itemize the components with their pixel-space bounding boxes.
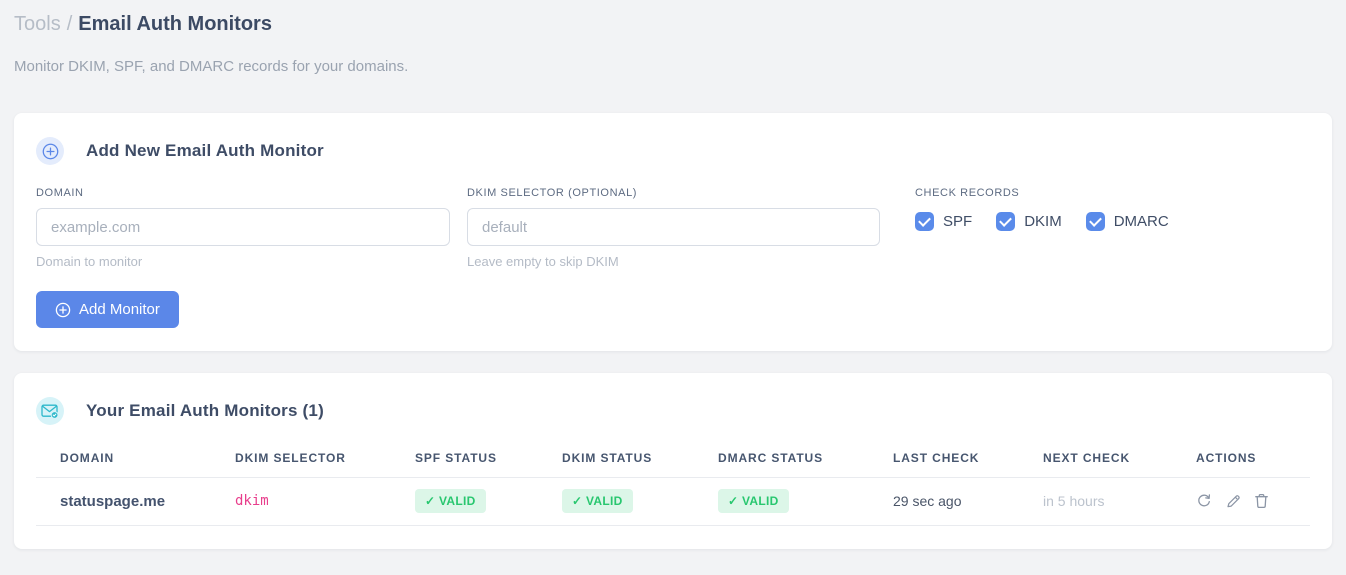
add-monitor-form: DOMAIN Domain to monitor DKIM SELECTOR (… [36,187,1310,269]
spf-checkbox-label: SPF [943,213,973,230]
monitors-list-card: Your Email Auth Monitors (1) DOMAIN DKIM… [14,373,1332,549]
monitor-last-check: 29 sec ago [869,477,1019,526]
monitor-dmarc-status-cell: ✓ VALID [694,477,869,526]
spf-status-badge: ✓ VALID [415,489,486,513]
monitor-next-check: in 5 hours [1019,477,1172,526]
column-header-spf-status: SPF STATUS [391,439,538,478]
monitors-list-card-title: Your Email Auth Monitors (1) [86,401,324,420]
monitors-table: DOMAIN DKIM SELECTOR SPF STATUS DKIM STA… [36,439,1310,526]
breadcrumb-tools-link[interactable]: Tools [14,13,61,35]
monitors-list-card-header: Your Email Auth Monitors (1) [36,397,1310,425]
domain-input[interactable] [36,208,450,246]
column-header-dkim-status: DKIM STATUS [538,439,694,478]
dkim-checkbox-label: DKIM [1024,213,1062,230]
column-header-domain: DOMAIN [36,439,211,478]
check-records-label: CHECK RECORDS [915,187,1020,199]
domain-field-helper: Domain to monitor [36,254,143,269]
monitors-table-header-row: DOMAIN DKIM SELECTOR SPF STATUS DKIM STA… [36,439,1310,478]
dkim-selector-field-helper: Leave empty to skip DKIM [467,254,619,269]
column-header-dmarc-status: DMARC STATUS [694,439,869,478]
email-check-icon [36,397,64,425]
column-header-next-check: NEXT CHECK [1019,439,1172,478]
dmarc-check-item[interactable]: DMARC [1085,212,1169,231]
dkim-status-badge: ✓ VALID [562,489,633,513]
dkim-selector-input[interactable] [467,208,880,246]
email-auth-monitors-page: Tools / Email Auth Monitors Monitor DKIM, … [0,0,1346,549]
dkim-selector-field-label: DKIM SELECTOR (OPTIONAL) [467,187,638,199]
page-title: Email Auth Monitors [78,13,272,35]
dkim-selector-field-group: DKIM SELECTOR (OPTIONAL) Leave empty to … [467,187,880,269]
spf-check-item[interactable]: SPF [915,212,972,231]
add-monitor-card-title: Add New Email Auth Monitor [86,141,324,160]
page-subtitle: Monitor DKIM, SPF, and DMARC records for… [14,58,409,75]
breadcrumb-separator: / [66,13,73,35]
column-header-actions: ACTIONS [1172,439,1310,478]
add-monitor-button[interactable]: Add Monitor [36,291,179,328]
column-header-dkim-selector: DKIM SELECTOR [211,439,391,478]
dkim-check-item[interactable]: DKIM [996,212,1062,231]
plus-circle-icon [36,137,64,165]
monitor-actions-cell [1172,477,1310,526]
spf-checkbox-checked-icon[interactable] [915,212,934,231]
dkim-checkbox-checked-icon[interactable] [996,212,1016,231]
dmarc-checkbox-checked-icon[interactable] [1085,212,1105,231]
dmarc-checkbox-label: DMARC [1113,213,1169,230]
domain-field-group: DOMAIN Domain to monitor [36,187,450,269]
add-monitor-card-header: Add New Email Auth Monitor [36,137,1310,165]
refresh-icon[interactable] [1196,493,1212,509]
add-monitor-button-label: Add Monitor [79,301,160,318]
plus-circle-icon [55,302,71,318]
dmarc-status-badge: ✓ VALID [718,489,789,513]
check-records-row: SPF DKIM DMARC [915,212,1310,231]
monitor-dkim-selector: dkim [211,477,391,526]
monitor-table-row: statuspage.me dkim ✓ VALID ✓ VALID ✓ VAL… [36,477,1310,526]
monitor-domain: statuspage.me [36,477,211,526]
column-header-last-check: LAST CHECK [869,439,1019,478]
add-monitor-card: Add New Email Auth Monitor DOMAIN Domain… [14,113,1332,351]
breadcrumb: Tools / Email Auth Monitors [14,10,1332,38]
monitor-dkim-status-cell: ✓ VALID [538,477,694,526]
monitor-spf-status-cell: ✓ VALID [391,477,538,526]
domain-field-label: DOMAIN [36,187,84,199]
check-records-group: CHECK RECORDS SPF DKIM DMARC [897,187,1310,269]
edit-icon[interactable] [1225,493,1241,509]
delete-icon[interactable] [1254,493,1269,509]
